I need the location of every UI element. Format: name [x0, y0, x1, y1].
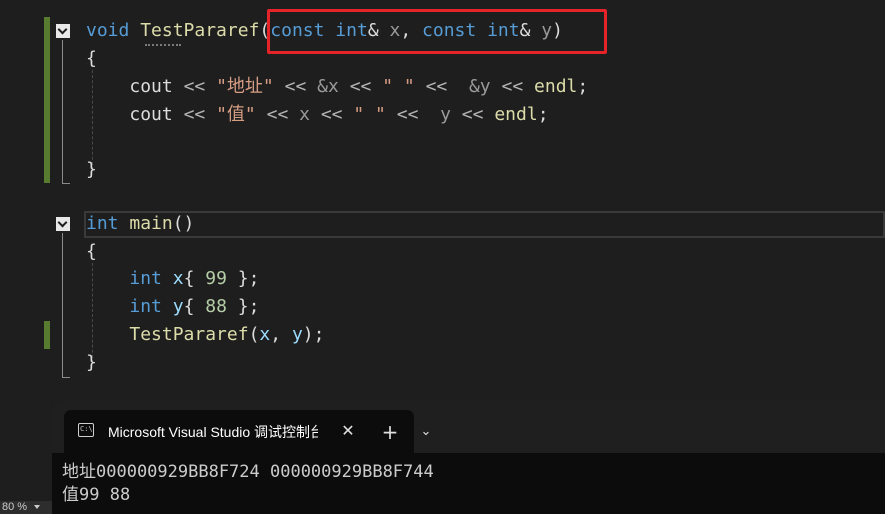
- shift-operator: <<: [425, 76, 448, 97]
- fold-guide-line: [62, 40, 63, 183]
- brace-close: }: [86, 352, 97, 373]
- function-call-line[interactable]: TestPararef(x, y);: [86, 321, 324, 349]
- main-signature-line[interactable]: int main(): [86, 210, 194, 238]
- tab-title: Microsoft Visual Studio 调试控制台: [108, 424, 318, 440]
- shift-operator: <<: [461, 104, 484, 125]
- terminal-titlebar[interactable]: C:\ Microsoft Visual Studio 调试控制台 ✕ + ⌄: [52, 401, 885, 453]
- number-literal: 99: [205, 268, 227, 289]
- cout: cout: [129, 76, 173, 97]
- variable-y: y: [172, 296, 184, 317]
- intellisense-hint-squiggle: [145, 42, 181, 46]
- zoom-level-dropdown[interactable]: 80 %: [0, 501, 52, 514]
- shift-operator: <<: [183, 104, 206, 125]
- parameter-y-ref: y: [440, 104, 451, 125]
- function-call-name[interactable]: TestPararef: [129, 324, 248, 345]
- brace-close: }: [86, 159, 97, 180]
- terminal-tab[interactable]: C:\ Microsoft Visual Studio 调试控制台 ✕: [64, 410, 414, 453]
- terminal-icon: C:\: [78, 423, 94, 437]
- shift-operator: <<: [183, 76, 206, 97]
- endl: endl: [534, 76, 578, 97]
- shift-operator: <<: [396, 104, 419, 125]
- brace-open-line[interactable]: {: [86, 45, 97, 73]
- brace-init-open: {: [183, 268, 195, 289]
- change-indicator-bar: [44, 321, 50, 349]
- semicolon: ;: [537, 104, 549, 125]
- brace-init-close: };: [237, 268, 260, 289]
- parens: (): [172, 213, 195, 234]
- brace-init-open: {: [183, 296, 195, 317]
- semicolon: ;: [577, 76, 589, 97]
- type-keyword: int: [86, 213, 119, 234]
- current-line-highlight: [84, 211, 885, 238]
- fold-guide-end: [62, 183, 70, 184]
- close-paren-semicolon: );: [302, 324, 325, 345]
- brace-open-line[interactable]: {: [86, 238, 97, 266]
- string-literal: "地址": [216, 76, 274, 97]
- brace-open: {: [86, 241, 97, 262]
- brace-close-line[interactable]: }: [86, 156, 97, 184]
- open-paren: (: [248, 324, 260, 345]
- shift-operator: <<: [501, 76, 524, 97]
- variable-x: x: [172, 268, 184, 289]
- terminal-icon-text: C:\: [80, 425, 93, 433]
- endl: endl: [494, 104, 538, 125]
- brace-close-line[interactable]: }: [86, 349, 97, 377]
- close-icon[interactable]: ✕: [338, 421, 358, 441]
- console-output: 地址000000929BB8F724 000000929BB8F744 值99 8…: [62, 461, 434, 507]
- fold-guide-end: [62, 377, 70, 378]
- function-name[interactable]: main: [129, 213, 172, 234]
- function-name[interactable]: TestPararef: [140, 20, 259, 41]
- space-string-literal: " ": [353, 104, 386, 125]
- shift-operator: <<: [320, 104, 343, 125]
- declaration-y-line[interactable]: int y{ 88 };: [86, 293, 259, 321]
- shift-operator: <<: [284, 76, 307, 97]
- brace-init-close: };: [237, 296, 260, 317]
- output-line: 值99 88: [62, 485, 131, 505]
- cout: cout: [129, 104, 173, 125]
- type-keyword: int: [129, 296, 162, 317]
- argument-y: y: [291, 324, 303, 345]
- shift-operator: <<: [266, 104, 289, 125]
- chevron-down-icon: [34, 505, 40, 509]
- argument-x: x: [259, 324, 271, 345]
- space-string-literal: " ": [382, 76, 415, 97]
- comma: ,: [270, 324, 282, 345]
- return-type: void: [86, 20, 130, 41]
- address-of-x: &x: [317, 76, 339, 97]
- cout-address-line[interactable]: cout << "地址" << &x << " " << &y << endl;: [86, 73, 588, 101]
- new-tab-button[interactable]: +: [378, 421, 402, 443]
- parameter-x-ref: x: [299, 104, 310, 125]
- type-keyword: int: [129, 268, 162, 289]
- string-literal: "值": [216, 104, 256, 125]
- annotation-highlight-box: [267, 9, 607, 54]
- debug-console-window[interactable]: C:\ Microsoft Visual Studio 调试控制台 ✕ + ⌄ …: [52, 401, 885, 514]
- collapse-icon[interactable]: [56, 24, 70, 38]
- brace-open: {: [86, 48, 97, 69]
- collapse-icon[interactable]: [56, 217, 70, 231]
- address-of-y: &y: [468, 76, 491, 97]
- cout-value-line[interactable]: cout << "值" << x << " " << y << endl;: [86, 101, 549, 129]
- zoom-level-value: 80 %: [2, 501, 28, 513]
- shift-operator: <<: [349, 76, 372, 97]
- output-line: 地址000000929BB8F724 000000929BB8F744: [62, 462, 434, 482]
- change-indicator-bar: [44, 17, 50, 183]
- declaration-x-line[interactable]: int x{ 99 };: [86, 265, 259, 293]
- number-literal: 88: [205, 296, 227, 317]
- chevron-down-icon[interactable]: ⌄: [416, 421, 436, 443]
- fold-guide-line: [62, 233, 63, 377]
